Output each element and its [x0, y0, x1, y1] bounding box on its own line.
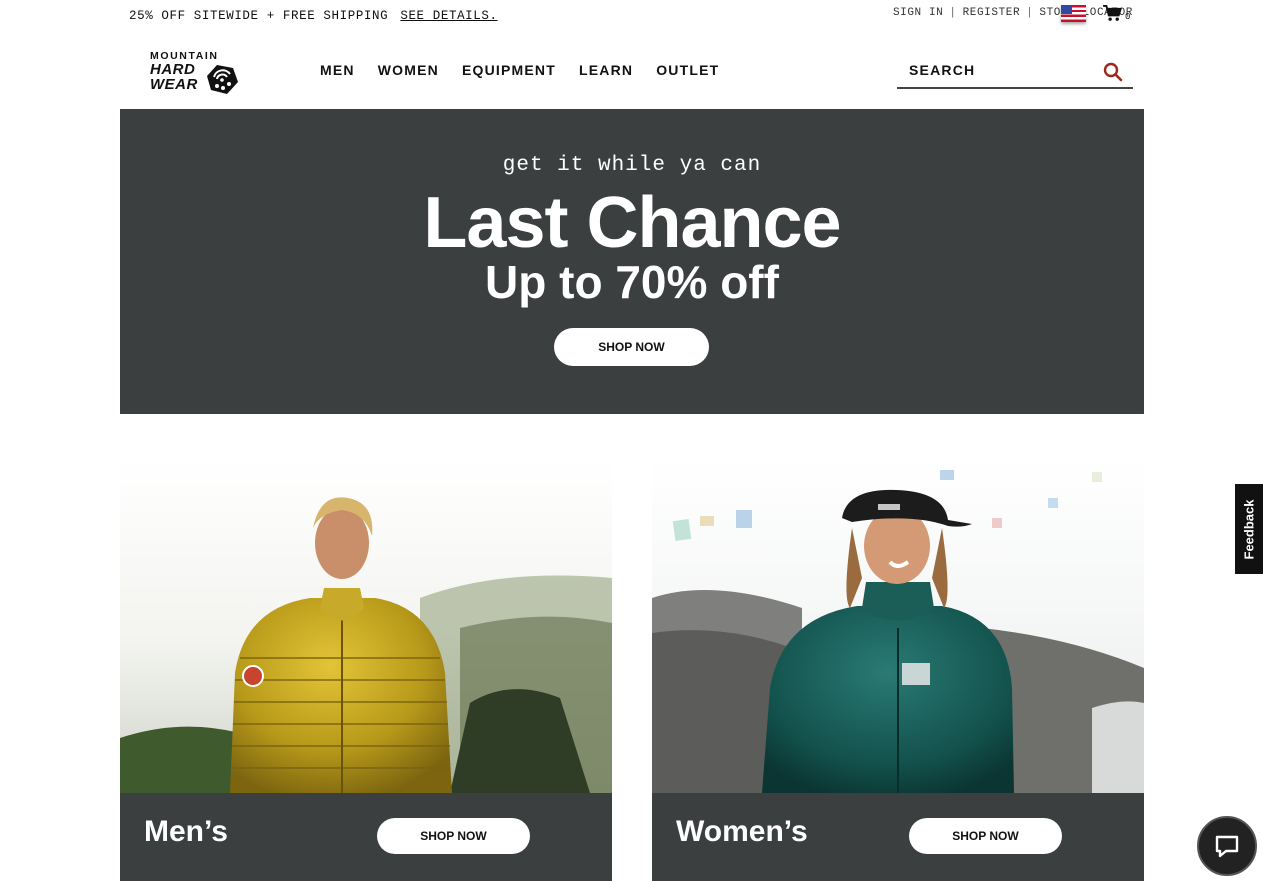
us-flag-icon[interactable] — [1061, 5, 1086, 22]
nav-equipment[interactable]: EQUIPMENT — [462, 62, 556, 78]
chat-button[interactable] — [1197, 816, 1257, 876]
category-card-women[interactable]: Women’s SHOP NOW — [652, 458, 1144, 881]
promo-text: 25% OFF SITEWIDE + FREE SHIPPING — [129, 9, 389, 23]
hero-banner: get it while ya can Last Chance Up to 70… — [120, 109, 1144, 414]
nav-outlet[interactable]: OUTLET — [656, 62, 719, 78]
hero-eyebrow: get it while ya can — [502, 154, 762, 177]
feedback-label: Feedback — [1241, 499, 1257, 559]
separator: | — [949, 7, 957, 19]
register-link[interactable]: REGISTER — [963, 7, 1021, 19]
nav-learn[interactable]: LEARN — [579, 62, 633, 78]
hero-shop-now-button[interactable]: SHOP NOW — [554, 328, 709, 366]
see-details-link[interactable]: SEE DETAILS. — [400, 9, 497, 23]
cart-count: 0 — [1125, 12, 1131, 22]
hero-subtitle: Up to 70% off — [485, 256, 779, 308]
category-card-men[interactable]: Men’s SHOP NOW — [120, 458, 612, 881]
nav-men[interactable]: MEN — [320, 62, 355, 78]
men-card-footer: Men’s SHOP NOW — [120, 793, 612, 881]
hero-title: Last Chance — [423, 183, 841, 263]
search-icon[interactable] — [1103, 62, 1123, 82]
nav-women[interactable]: WOMEN — [378, 62, 439, 78]
women-shop-now-button[interactable]: SHOP NOW — [909, 818, 1062, 854]
promo-banner: 25% OFF SITEWIDE + FREE SHIPPING SEE DET… — [129, 9, 498, 23]
logo-mark-icon — [207, 65, 238, 94]
men-label: Men’s — [144, 815, 228, 848]
men-shop-now-button[interactable]: SHOP NOW — [377, 818, 530, 854]
search-bar — [897, 56, 1133, 89]
brand-logo[interactable]: MOUNTAIN HARD WEAR — [150, 50, 240, 98]
main-nav: MEN WOMEN EQUIPMENT LEARN OUTLET — [320, 62, 719, 78]
search-input[interactable] — [897, 56, 1087, 84]
feedback-tab[interactable]: Feedback — [1235, 484, 1263, 574]
women-label: Women’s — [676, 815, 808, 848]
cart-icon — [1103, 5, 1122, 21]
men-photo[interactable] — [120, 458, 612, 793]
cart-button[interactable]: 0 — [1103, 5, 1130, 22]
sign-in-link[interactable]: SIGN IN — [893, 7, 943, 19]
separator: | — [1026, 7, 1034, 19]
women-photo[interactable] — [652, 458, 1144, 793]
chat-icon — [1215, 835, 1239, 858]
utility-links: SIGN IN | REGISTER | STORE LOCATOR — [893, 7, 1133, 19]
women-card-footer: Women’s SHOP NOW — [652, 793, 1144, 881]
